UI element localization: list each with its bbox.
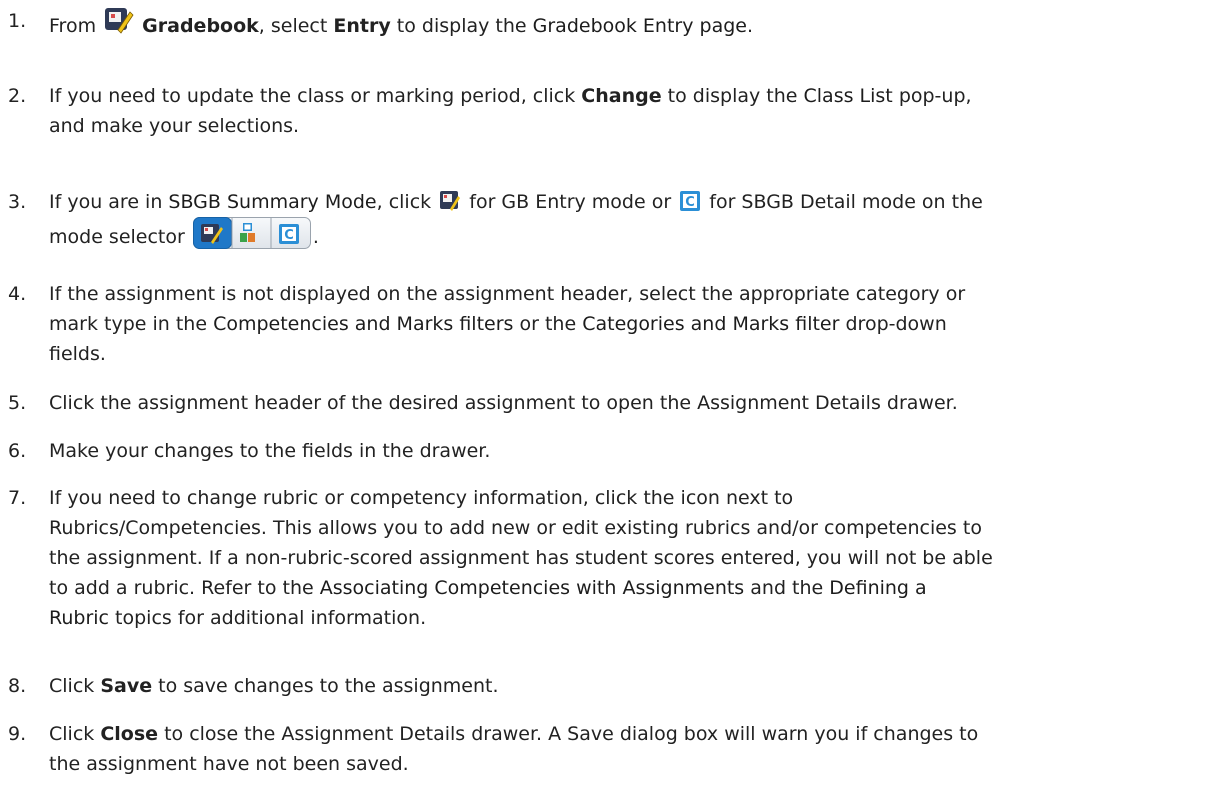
sbgb-summary-mode-link[interactable]: SBGB Summary Mode <box>168 191 376 213</box>
step-text: If you need to change rubric or competen… <box>49 487 993 629</box>
competencies-and-marks-filters-link[interactable]: Competencies and Marks filters <box>213 313 513 335</box>
gradebook-entry-icon <box>104 6 134 34</box>
mode-selector-icon[interactable]: C <box>192 217 311 249</box>
defining-a-rubric-link[interactable]: Defining a <box>829 577 926 599</box>
class-list-link[interactable]: Class List <box>804 85 893 107</box>
step-number: 6. <box>8 440 27 462</box>
sbgb-detail-icon: C <box>679 190 701 212</box>
step-text: Click the assignment header of the desir… <box>49 392 958 414</box>
step-number: 1. <box>8 10 27 32</box>
step-number: 4. <box>8 283 27 305</box>
step-number: 8. <box>8 675 27 697</box>
step-number: 7. <box>8 487 27 509</box>
defining-a-rubric-link-cont[interactable]: Rubric <box>49 607 109 629</box>
step-number: 9. <box>8 723 27 745</box>
svg-text:C: C <box>685 195 695 210</box>
step-number: 2. <box>8 85 27 107</box>
step-text: Make your changes to the fields in the d… <box>49 440 491 462</box>
svg-text:C: C <box>284 228 294 243</box>
step-text: From Gradebook, select Entry to display … <box>49 6 1209 41</box>
gradebook-entry-page-link[interactable]: Gradebook Entry page <box>533 15 747 37</box>
step-number: 3. <box>8 191 27 213</box>
step-text: If you are in SBGB Summary Mode, click f… <box>49 190 983 249</box>
gb-entry-mode-icon <box>439 190 461 212</box>
associating-competencies-link[interactable]: Associating Competencies with Assignment… <box>320 577 744 599</box>
step-text: If the assignment is not displayed on th… <box>49 283 966 365</box>
step-text: Click Save to save changes to the assign… <box>49 675 499 697</box>
step-number: 5. <box>8 392 27 414</box>
categories-and-marks-filter-link[interactable]: Categories and Marks filter <box>582 313 839 335</box>
step-text: Click Close to close the Assignment Deta… <box>49 723 979 775</box>
step-text: If you need to update the class or marki… <box>49 85 972 137</box>
